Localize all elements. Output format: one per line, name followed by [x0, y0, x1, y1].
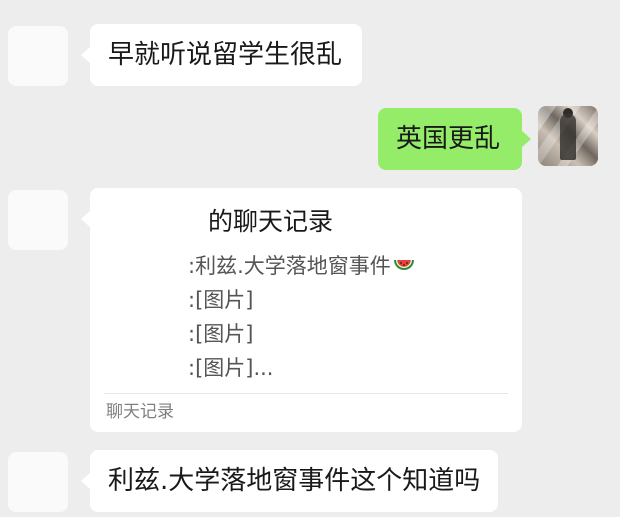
message-text: 早就听说留学生很乱 — [108, 40, 343, 70]
sender-avatar[interactable] — [8, 190, 68, 250]
message-bubble[interactable]: 早就听说留学生很乱 — [81, 24, 362, 86]
card-preview-line: :[图片] — [188, 322, 254, 346]
watermelon-icon — [393, 260, 414, 270]
sender-avatar[interactable] — [8, 26, 68, 86]
chat-history-card[interactable]: 的聊天记录 :利兹.大学落地窗事件 :[图片] :[图片] :[图片]... 聊… — [81, 188, 522, 432]
card-preview-text: :利兹.大学落地窗事件 — [188, 254, 391, 278]
message-bubble[interactable]: 利兹.大学落地窗事件这个知道吗 — [81, 450, 498, 512]
my-message-bubble[interactable]: 英国更乱 — [378, 108, 531, 170]
card-divider — [104, 393, 508, 394]
message-text: 利兹.大学落地窗事件这个知道吗 — [108, 466, 481, 496]
avatar-figure-body — [560, 114, 576, 160]
card-preview-line: :利兹.大学落地窗事件 — [188, 252, 415, 280]
card-preview-line: :[图片]... — [188, 356, 274, 380]
my-avatar[interactable] — [538, 106, 598, 166]
card-title: 的聊天记录 — [208, 207, 334, 236]
card-footer-label: 聊天记录 — [106, 402, 174, 422]
message-text: 英国更乱 — [396, 124, 501, 154]
card-preview-line: :[图片] — [188, 288, 254, 312]
sender-avatar[interactable] — [8, 452, 68, 512]
